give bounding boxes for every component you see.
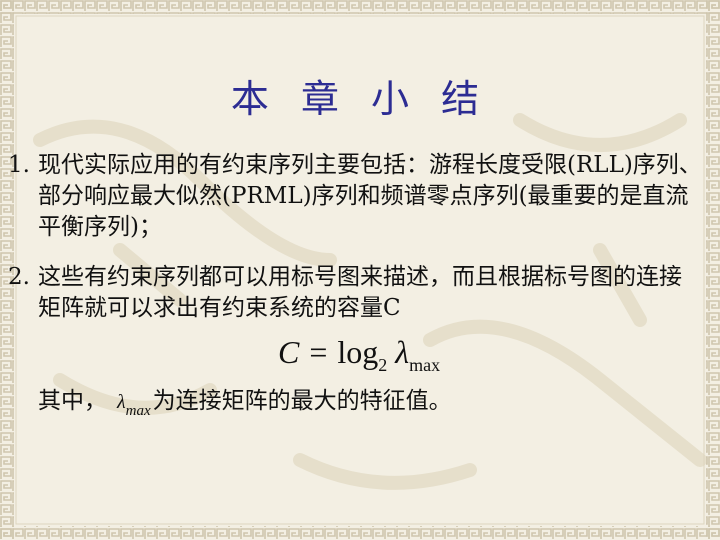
- formula-base: 2: [378, 355, 388, 375]
- formula-subscript: max: [409, 355, 441, 375]
- formula-note: 其中， λmax为连接矩阵的最大的特征值。: [38, 384, 452, 419]
- list-text: 这些有约束序列都可以用标号图来描述，而且根据标号图的连接矩阵就可以求出有约束系统…: [38, 264, 682, 321]
- formula-operator: =: [309, 334, 328, 370]
- formula-func: log: [337, 334, 379, 370]
- capacity-formula: C = log2 λmax: [278, 330, 441, 375]
- formula-lhs: C: [278, 334, 300, 370]
- note-prefix: 其中，: [38, 388, 107, 414]
- formula-symbol: λ: [395, 334, 410, 370]
- note-symbol: λ: [117, 391, 126, 413]
- page-title: 本 章 小 结: [230, 77, 490, 121]
- list-number: 2.: [8, 264, 30, 290]
- slide: 本 章 小 结 1. 现代实际应用的有约束序列主要包括：游程长度受限(RLL)序…: [0, 0, 720, 540]
- note-subscript: max: [125, 403, 151, 419]
- list-item: 1. 现代实际应用的有约束序列主要包括：游程长度受限(RLL)序列、部分响应最大…: [8, 150, 708, 246]
- note-suffix: 为连接矩阵的最大的特征值。: [152, 388, 452, 414]
- list-text: 现代实际应用的有约束序列主要包括：游程长度受限(RLL)序列、部分响应最大似然(…: [38, 152, 702, 240]
- list-item: 2. 这些有约束序列都可以用标号图来描述，而且根据标号图的连接矩阵就可以求出有约…: [8, 262, 708, 326]
- list-number: 1.: [8, 152, 30, 178]
